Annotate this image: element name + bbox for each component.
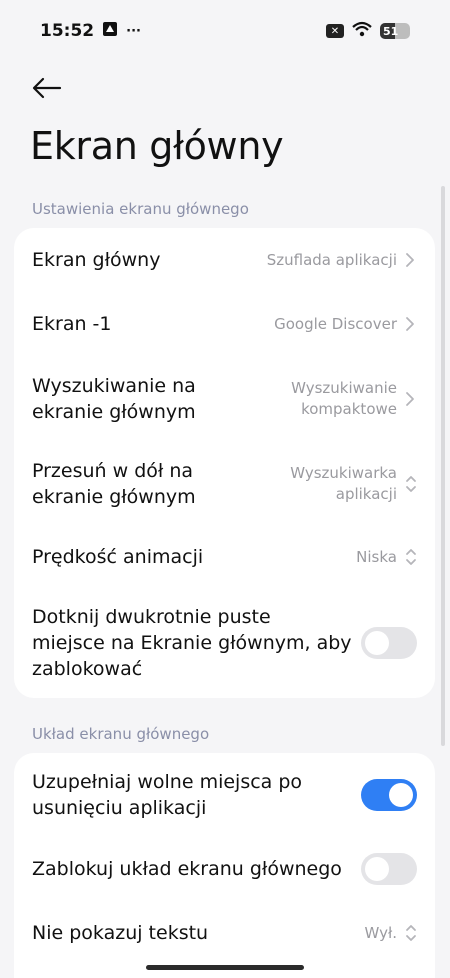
page-title: Ekran główny <box>30 124 284 168</box>
row-value: Google Discover <box>274 314 397 333</box>
row-label: Ekran -1 <box>32 313 112 335</box>
row-label-line: usunięciu aplikacji <box>32 797 207 819</box>
row-label-line: Uzupełniaj wolne miejsca po <box>32 771 303 793</box>
row-label-line: ekranie głównym <box>32 486 196 508</box>
section-label-layout: Układ ekranu głównego <box>32 725 210 743</box>
row-label-line: miejsce na Ekranie głównym, aby <box>32 632 352 654</box>
arrow-left-icon <box>32 77 62 99</box>
lock-layout-toggle[interactable] <box>361 853 417 885</box>
battery-indicator: 51 <box>380 23 410 39</box>
status-more-notifications: ··· <box>126 23 141 39</box>
row-label-line: Dotknij dwukrotnie puste <box>32 606 271 628</box>
row-animation-speed[interactable]: Prędkość animacji Niska <box>14 526 435 588</box>
chevron-updown-icon <box>405 924 417 942</box>
row-label: Prędkość animacji <box>32 546 204 568</box>
chevron-updown-icon <box>405 475 417 493</box>
row-label: Ekran główny <box>32 249 161 271</box>
row-label: Zablokuj układ ekranu głównego <box>32 858 342 880</box>
row-value-line: Wyszukiwanie <box>291 379 397 397</box>
row-value: Szuflada aplikacji <box>266 250 397 269</box>
back-button[interactable] <box>30 72 64 104</box>
row-label: Nie pokazuj tekstu <box>32 922 209 944</box>
status-left: 15:52 ··· <box>40 21 141 41</box>
row-double-tap-lock: Dotknij dwukrotnie puste miejsce na Ekra… <box>14 588 435 698</box>
row-value: Niska <box>356 547 397 566</box>
battery-level: 51 <box>383 24 399 38</box>
row-value-line: aplikacji <box>335 485 397 503</box>
row-minus-one-screen[interactable]: Ekran -1 Google Discover <box>14 292 435 356</box>
notification-app-icon <box>102 21 118 41</box>
row-label: Przesuń w dół na ekranie głównym <box>32 458 196 510</box>
wifi-icon <box>352 21 372 41</box>
row-value: Wyszukiwarka aplikacji <box>290 463 397 505</box>
status-right: ✕ 51 <box>326 21 410 41</box>
row-label-line: Wyszukiwanie na <box>32 375 196 397</box>
row-home-search[interactable]: Wyszukiwanie na ekranie głównym Wyszukiw… <box>14 356 435 442</box>
row-label: Uzupełniaj wolne miejsca po usunięciu ap… <box>32 769 302 821</box>
status-time: 15:52 <box>40 21 95 41</box>
row-label: Dotknij dwukrotnie puste miejsce na Ekra… <box>32 604 352 682</box>
row-value: Wył. <box>364 923 397 942</box>
row-value-line: kompaktowe <box>301 400 397 418</box>
chevron-updown-icon <box>405 548 417 566</box>
sim-off-icon: ✕ <box>326 24 344 38</box>
double-tap-lock-toggle[interactable] <box>361 627 417 659</box>
chevron-right-icon <box>405 251 417 269</box>
row-label-line: ekranie głównym <box>32 401 196 423</box>
row-label-line: zablokować <box>32 658 143 680</box>
layout-card: Uzupełniaj wolne miejsca po usunięciu ap… <box>14 753 435 978</box>
row-swipe-down[interactable]: Przesuń w dół na ekranie głównym Wyszuki… <box>14 442 435 526</box>
status-bar: 15:52 ··· ✕ 51 <box>0 0 450 62</box>
chevron-right-icon <box>405 390 417 408</box>
row-hide-text[interactable]: Nie pokazuj tekstu Wył. <box>14 901 435 965</box>
home-settings-card: Ekran główny Szuflada aplikacji Ekran -1… <box>14 228 435 698</box>
chevron-right-icon <box>405 315 417 333</box>
section-label-home-settings: Ustawienia ekranu głównego <box>32 200 249 218</box>
row-label: Wyszukiwanie na ekranie głównym <box>32 373 196 425</box>
row-value: Wyszukiwanie kompaktowe <box>291 378 397 420</box>
row-fill-empty-spaces: Uzupełniaj wolne miejsca po usunięciu ap… <box>14 753 435 837</box>
fill-empty-spaces-toggle[interactable] <box>361 779 417 811</box>
home-indicator[interactable] <box>146 965 304 970</box>
row-label-line: Przesuń w dół na <box>32 460 194 482</box>
row-lock-layout: Zablokuj układ ekranu głównego <box>14 837 435 901</box>
row-value-line: Wyszukiwarka <box>290 464 397 482</box>
scrollbar[interactable] <box>441 186 445 746</box>
row-home-screen[interactable]: Ekran główny Szuflada aplikacji <box>14 228 435 292</box>
